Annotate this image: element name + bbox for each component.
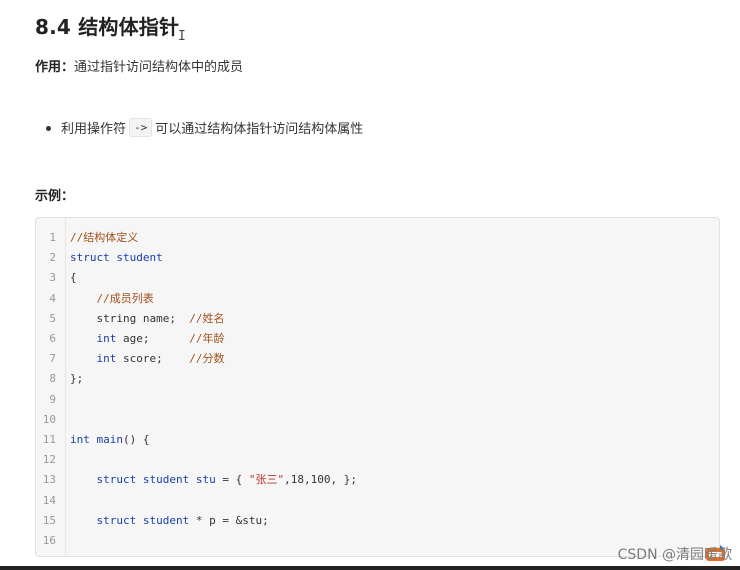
code-text: {: [70, 268, 77, 288]
line-number: 1: [49, 231, 56, 244]
line-number: 2: [49, 251, 56, 265]
code-token: score;: [116, 352, 190, 366]
code-token: };: [70, 372, 84, 386]
purpose-label: 作用：: [35, 60, 75, 75]
code-line: 7 int score; //分数: [36, 349, 716, 369]
code-line: 13 struct student stu = { "张三",18,100, }…: [36, 470, 716, 490]
code-text: struct student stu = { "张三",18,100, };: [70, 470, 357, 490]
code-text: struct student: [70, 248, 163, 268]
code-token: * p = &stu;: [189, 513, 269, 527]
code-token: int: [70, 433, 90, 446]
line-number: 10: [42, 412, 56, 426]
code-text: };: [70, 369, 83, 389]
code-line: 9: [36, 390, 716, 410]
csdn-watermark: CSDN @清园暖歌: [617, 547, 732, 563]
code-text: int main() {: [70, 430, 150, 450]
code-token: int: [96, 332, 117, 345]
code-token: "张三": [248, 473, 285, 487]
line-number: 3: [49, 271, 56, 285]
line-number: 6: [49, 332, 56, 345]
code-token: struct student: [96, 513, 190, 527]
line-number: 16: [42, 534, 56, 547]
line-number: 5: [49, 311, 56, 325]
line-number: 15: [42, 513, 56, 527]
code-line: 8};: [36, 369, 716, 389]
code-line: 16: [36, 531, 716, 551]
code-token: main: [96, 433, 124, 446]
section-title: 8.4 结构体指针: [35, 15, 180, 39]
code-text: string name; //姓名: [70, 309, 224, 329]
line-number: 12: [42, 453, 56, 467]
code-line: 15 struct student * p = &stu;: [36, 511, 716, 531]
code-line: 10: [36, 410, 716, 430]
line-number: 8: [49, 372, 56, 386]
purpose-text: 通过指针访问结构体中的成员: [74, 60, 244, 75]
text-cursor-icon: I: [178, 29, 186, 44]
code-text: //结构体定义: [70, 228, 138, 248]
article-page: 8.4 结构体指针 I 作用：通过指针访问结构体中的成员 利用操作符 -> 可以…: [0, 0, 740, 570]
code-text: int age; //年龄: [70, 329, 225, 349]
bottom-divider: [0, 566, 740, 570]
code-token: age;: [116, 332, 190, 345]
code-token: struct student: [96, 473, 190, 487]
bullet-text-after: 可以通过结构体指针访问结构体属性: [155, 122, 364, 137]
line-number: 11: [42, 433, 56, 446]
code-token: //成员列表: [96, 291, 154, 305]
line-number: 14: [42, 493, 56, 507]
code-token: //年龄: [189, 332, 225, 345]
bullet-text-before: 利用操作符: [61, 122, 127, 137]
purpose-line: 作用：通过指针访问结构体中的成员: [35, 56, 243, 75]
line-number: 13: [42, 473, 56, 487]
code-token: = {: [215, 473, 249, 487]
code-text: struct student * p = &stu;: [70, 511, 269, 531]
bullet-icon: [46, 125, 51, 131]
code-text: int score; //分数: [70, 349, 225, 369]
example-label: 示例：: [35, 189, 75, 204]
code-line: 4 //成员列表: [36, 289, 716, 309]
code-line: 5 string name; //姓名: [36, 309, 716, 329]
code-line: 6 int age; //年龄: [36, 329, 716, 349]
code-line: 2 struct student: [36, 248, 716, 268]
code-text: //成员列表: [70, 289, 154, 309]
code-line: 12: [36, 450, 716, 470]
code-token: //分数: [189, 352, 225, 366]
code-token: //姓名: [189, 311, 225, 325]
code-line: 3{: [36, 268, 716, 288]
code-token: ,18,100, };: [284, 473, 357, 487]
line-number: 7: [49, 352, 56, 366]
code-token: string name;: [70, 311, 190, 325]
inline-code-arrow: ->: [129, 118, 153, 137]
code-token: stu: [195, 473, 216, 487]
code-line: 11 int main() {: [36, 430, 716, 450]
bullet-item: 利用操作符 -> 可以通过结构体指针访问结构体属性: [46, 118, 363, 137]
code-token: () {: [123, 433, 150, 446]
code-line: 1 //结构体定义: [36, 228, 716, 248]
code-block[interactable]: 1//结构体定义 2 struct student 3{4 //成员列表 5 strin…: [35, 217, 720, 557]
line-number: 4: [49, 291, 56, 305]
code-token: //结构体定义: [70, 231, 139, 244]
code-token: int: [96, 352, 117, 366]
code-token: struct student: [70, 251, 163, 265]
code-token: {: [70, 271, 77, 285]
code-line: 14: [36, 491, 716, 511]
line-number: 9: [49, 392, 56, 406]
